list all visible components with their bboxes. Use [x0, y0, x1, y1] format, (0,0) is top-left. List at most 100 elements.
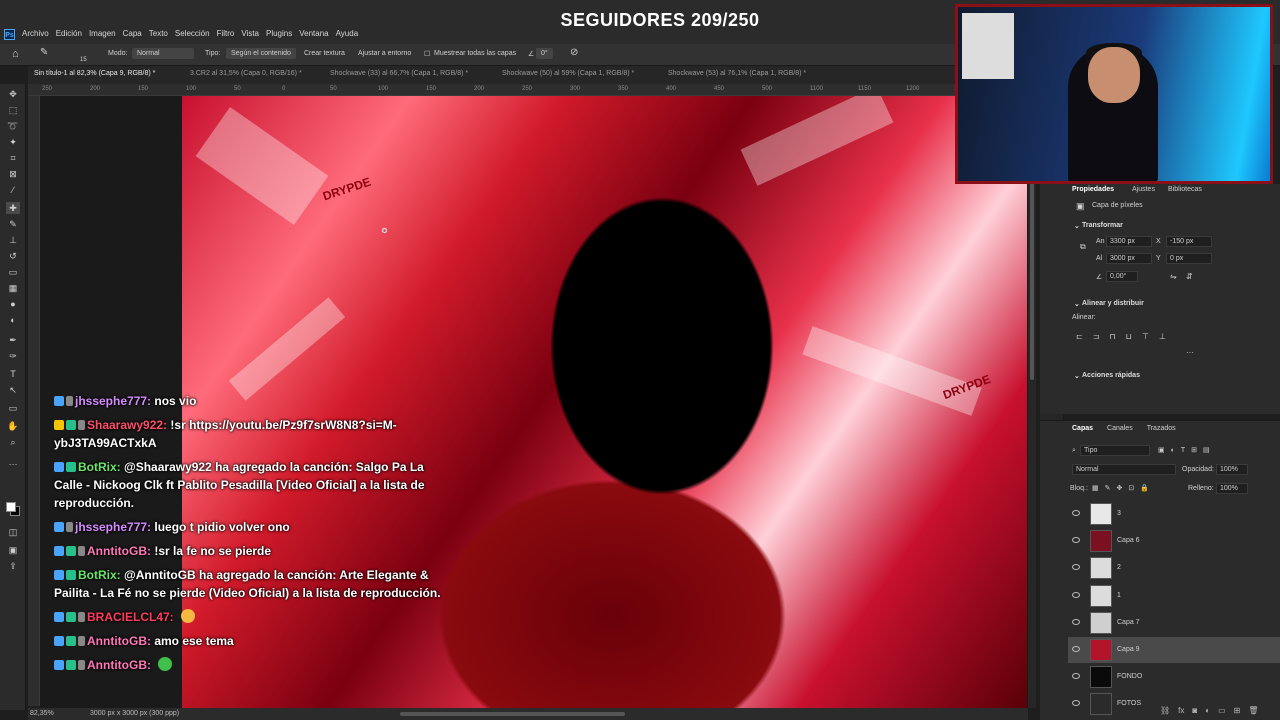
visibility-eye-icon[interactable]	[1072, 700, 1080, 707]
visibility-eye-icon[interactable]	[1072, 591, 1080, 598]
transform-chevron-icon[interactable]: ⌄	[1074, 222, 1080, 230]
visibility-eye-icon[interactable]	[1072, 537, 1080, 544]
pen-tool-icon[interactable]: ✒	[6, 334, 20, 346]
tab-libraries[interactable]: Bibliotecas	[1168, 186, 1202, 193]
dodge-tool-icon[interactable]: ◐	[6, 314, 20, 326]
fill-field[interactable]: 100%	[1216, 483, 1248, 494]
layer-filter-select[interactable]: Tipo	[1080, 445, 1150, 456]
tab-adjustments[interactable]: Ajustes	[1132, 186, 1155, 193]
frame-tool-icon[interactable]: ⊠	[6, 168, 20, 180]
lasso-tool-icon[interactable]: ➰	[6, 120, 20, 132]
zoom-level[interactable]: 82,35%	[30, 710, 54, 717]
vertical-scrollbar[interactable]	[1030, 150, 1034, 380]
add-mask-icon[interactable]: ◙	[1192, 706, 1197, 715]
fx-icon[interactable]: fx	[1178, 706, 1184, 715]
menu-item-selección[interactable]: Selección	[175, 29, 210, 38]
document-info[interactable]: 3000 px x 3000 px (300 ppp)	[90, 710, 179, 717]
sample-all-checkbox[interactable]: ☐	[424, 50, 430, 58]
menu-item-vista[interactable]: Vista	[241, 29, 259, 38]
layer-row[interactable]: 2	[1068, 555, 1280, 581]
blur-tool-icon[interactable]: ●	[6, 298, 20, 310]
visibility-eye-icon[interactable]	[1072, 510, 1080, 516]
mode-select[interactable]: Normal	[132, 48, 194, 59]
menu-item-edición[interactable]: Edición	[56, 29, 82, 38]
tab-doc-4[interactable]: Shockwave (50) al 59% (Capa 1, RGB/8) *	[502, 70, 634, 77]
x-field[interactable]: -150 px	[1166, 236, 1212, 247]
menu-item-ventana[interactable]: Ventana	[299, 29, 328, 38]
lock-icons[interactable]: ▦✎✥⊡🔒	[1092, 484, 1155, 492]
path-select-icon[interactable]: ↖	[6, 384, 20, 396]
menu-item-plugins[interactable]: Plugins	[266, 29, 292, 38]
tab-layers[interactable]: Capas	[1072, 425, 1093, 432]
tab-doc-1[interactable]: Sin título-1 al 82,3% (Capa 9, RGB/8) *	[34, 70, 155, 77]
photoshop-logo-icon[interactable]: Ps	[4, 29, 15, 40]
menu-item-archivo[interactable]: Archivo	[22, 29, 49, 38]
layer-row[interactable]: 3	[1068, 501, 1280, 527]
menu-item-filtro[interactable]: Filtro	[217, 29, 235, 38]
visibility-eye-icon[interactable]	[1072, 673, 1080, 680]
tab-doc-3[interactable]: Shockwave (33) al 66,7% (Capa 1, RGB/8) …	[330, 70, 468, 77]
history-brush-icon[interactable]: ↺	[6, 250, 20, 262]
marquee-tool-icon[interactable]: ⬚	[6, 104, 20, 116]
angle-field[interactable]: 0,00°	[1106, 271, 1138, 282]
visibility-eye-icon[interactable]	[1072, 564, 1080, 571]
align-chevron-icon[interactable]: ⌄	[1074, 300, 1080, 308]
tab-paths[interactable]: Trazados	[1147, 425, 1176, 432]
move-tool-icon[interactable]: ✥	[6, 88, 20, 100]
link-layers-icon[interactable]: ⛓	[1160, 706, 1170, 715]
tab-doc-5[interactable]: Shockwave (53) al 76,1% (Capa 1, RGB/8) …	[668, 70, 806, 77]
angle-field[interactable]: 0°	[536, 48, 553, 59]
adjustment-layer-icon[interactable]: ◐	[1205, 706, 1210, 715]
quick-select-tool-icon[interactable]: ✦	[6, 136, 20, 148]
horizontal-scrollbar[interactable]	[400, 712, 625, 716]
width-field[interactable]: 3300 px	[1106, 236, 1152, 247]
visibility-eye-icon[interactable]	[1072, 618, 1080, 625]
hand-tool-icon[interactable]: ✋	[6, 420, 20, 432]
delete-layer-icon[interactable]: 🗑	[1248, 706, 1258, 715]
visibility-eye-icon[interactable]	[1072, 646, 1080, 652]
foreground-color-swatch[interactable]	[6, 502, 16, 512]
flip-vertical-icon[interactable]: ⇵	[1186, 272, 1193, 281]
quick-mask-icon[interactable]: ◫	[6, 526, 20, 538]
layer-row[interactable]: Capa 7	[1068, 610, 1280, 636]
menu-item-capa[interactable]: Capa	[123, 29, 142, 38]
crop-tool-icon[interactable]: ⌗	[6, 152, 20, 164]
tab-channels[interactable]: Canales	[1107, 425, 1133, 432]
pen-alt-icon[interactable]: ✑	[6, 350, 20, 362]
type-texture-button[interactable]: Crear textura	[304, 50, 345, 57]
new-layer-icon[interactable]: ⊞	[1234, 706, 1241, 715]
eyedropper-tool-icon[interactable]: ⁄	[6, 184, 20, 196]
layer-row[interactable]: 1	[1068, 583, 1280, 609]
menu-item-texto[interactable]: Texto	[149, 29, 168, 38]
type-tool-icon[interactable]: T	[6, 368, 20, 380]
gradient-tool-icon[interactable]: ▦	[6, 282, 20, 294]
brush-tool-icon[interactable]: ✎	[6, 218, 20, 230]
flip-horizontal-icon[interactable]: ⇋	[1170, 272, 1177, 281]
tab-doc-2[interactable]: 3.CR2 al 31,5% (Capa 0, RGB/16) *	[190, 70, 302, 77]
type-proximity-button[interactable]: Ajustar a entorno	[358, 50, 411, 57]
type-content-aware-button[interactable]: Según el contenido	[226, 48, 296, 59]
link-icon[interactable]: ⧉	[1080, 242, 1086, 252]
menu-item-ayuda[interactable]: Ayuda	[336, 29, 359, 38]
stamp-tool-icon[interactable]: ⊥	[6, 234, 20, 246]
tab-properties[interactable]: Propiedades	[1072, 186, 1114, 193]
zoom-tool-icon[interactable]: ⌕	[6, 436, 20, 448]
healing-brush-icon[interactable]: ✎	[40, 47, 48, 58]
more-tools-icon[interactable]: ···	[6, 458, 20, 470]
quick-actions-chevron-icon[interactable]: ⌄	[1074, 372, 1080, 380]
more-options-icon[interactable]: ···	[1186, 348, 1194, 357]
height-field[interactable]: 3000 px	[1106, 253, 1152, 264]
blend-mode-select[interactable]: Normal	[1072, 464, 1176, 475]
align-buttons-icon[interactable]: ⊏⊐⊓⊔⊤⊥	[1076, 332, 1176, 341]
layer-row[interactable]: Capa 6	[1068, 528, 1280, 554]
healing-tool-icon[interactable]: ✚	[6, 202, 20, 214]
eraser-tool-icon[interactable]: ▭	[6, 266, 20, 278]
layer-row[interactable]: FONDO	[1068, 664, 1280, 690]
pressure-icon[interactable]: ⊘	[570, 47, 578, 58]
layer-row[interactable]: Capa 9	[1068, 637, 1280, 663]
share-icon[interactable]: ⇪	[6, 560, 20, 572]
screen-mode-icon[interactable]: ▣	[6, 544, 20, 556]
y-field[interactable]: 0 px	[1166, 253, 1212, 264]
opacity-field[interactable]: 100%	[1216, 464, 1248, 475]
home-icon[interactable]: ⌂	[12, 48, 19, 60]
